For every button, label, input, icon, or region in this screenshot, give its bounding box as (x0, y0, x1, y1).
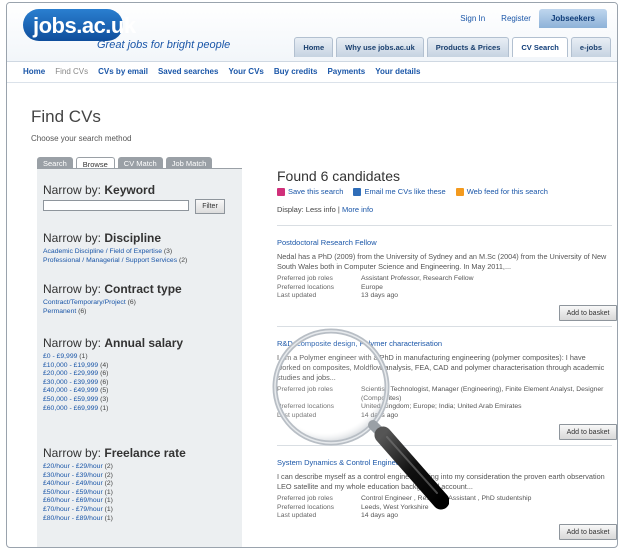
list-item[interactable]: £70/hour - £79/hour (1) (43, 506, 238, 515)
list-item[interactable]: Professional / Managerial / Support Serv… (43, 257, 238, 266)
salary-section: Narrow by: Annual salary £0 - £9,999 (1)… (43, 336, 238, 413)
list-item[interactable]: Contract/Temporary/Project (6) (43, 299, 238, 308)
candidate-card: Postdoctoral Research Fellow Nedal has a… (277, 232, 612, 301)
display-options: Display: Less info | More info (277, 205, 374, 214)
web-feed-link[interactable]: Web feed for this search (455, 187, 548, 196)
list-item[interactable]: £50,000 - £59,999 (3) (43, 396, 238, 405)
subnav-your-details[interactable]: Your details (375, 67, 420, 76)
list-item[interactable]: £20/hour - £29/hour (2) (43, 463, 238, 472)
email-icon (353, 187, 362, 196)
candidate-summary: I am a Polymer engineer with a PhD in ma… (277, 353, 605, 382)
subnav-buy-credits[interactable]: Buy credits (274, 67, 318, 76)
contract-section: Narrow by: Contract type Contract/Tempor… (43, 282, 238, 316)
tab-products-prices[interactable]: Products & Prices (426, 37, 510, 57)
list-item[interactable]: £60,000 - £69,999 (1) (43, 405, 238, 414)
rss-feed-icon (455, 187, 464, 196)
tab-e-jobs[interactable]: e-jobs (570, 37, 611, 57)
candidate-summary: Nedal has a PhD (2009) from the Universi… (277, 252, 607, 271)
logo-text: jobs.ac.uk (33, 13, 136, 38)
page-subtitle: Choose your search method (31, 134, 132, 143)
divider (277, 445, 612, 446)
page-title: Find CVs (31, 107, 101, 126)
discipline-section: Narrow by: Discipline Academic Disciplin… (43, 231, 238, 265)
tab-cv-search[interactable]: CV Search (512, 37, 568, 57)
subnav-saved-searches[interactable]: Saved searches (158, 67, 219, 76)
jobseekers-tab[interactable]: Jobseekers (538, 9, 607, 28)
candidate-title-link[interactable]: System Dynamics & Control Engineer (277, 458, 402, 467)
freelance-section: Narrow by: Freelance rate £20/hour - £29… (43, 446, 238, 523)
tab-why-use[interactable]: Why use jobs.ac.uk (336, 37, 424, 57)
result-actions: Save this search Email me CVs like these… (277, 187, 548, 196)
list-item[interactable]: £40/hour - £49/hour (2) (43, 480, 238, 489)
list-item[interactable]: £80/hour - £89/hour (1) (43, 515, 238, 524)
subnav-your-cvs[interactable]: Your CVs (228, 67, 263, 76)
subnav-payments[interactable]: Payments (327, 67, 365, 76)
discipline-heading: Narrow by: Discipline (43, 231, 162, 245)
candidate-meta: Preferred job roles Control Engineer , Re… (277, 495, 532, 520)
list-item[interactable]: £10,000 - £19,999 (4) (43, 362, 238, 371)
tab-home[interactable]: Home (294, 37, 334, 57)
candidate-card: System Dynamics & Control Engineer I can… (277, 452, 612, 521)
contract-heading: Narrow by: Contract type (43, 282, 182, 296)
register-link[interactable]: Register (493, 14, 539, 23)
divider (277, 326, 612, 327)
divider (277, 225, 612, 226)
display-more-info-link[interactable]: More info (342, 205, 373, 214)
subnav-find-cvs[interactable]: Find CVs (55, 67, 88, 76)
candidate-summary: I can describe myself as a control engin… (277, 472, 605, 491)
candidate-card: R&D, composite design, Polymer character… (277, 333, 612, 420)
salary-heading: Narrow by: Annual salary (43, 336, 184, 350)
top-links: Sign In Register Jobseekers (452, 9, 607, 28)
browse-filter-panel: Narrow by: Keyword Filter Narrow by: Dis… (37, 168, 242, 547)
results-count: Found 6 candidates (277, 168, 400, 184)
keyword-input[interactable] (43, 200, 189, 211)
list-item[interactable]: Permanent (6) (43, 308, 238, 317)
sign-in-link[interactable]: Sign In (452, 14, 493, 23)
list-item[interactable]: £60/hour - £69/hour (1) (43, 497, 238, 506)
candidate-title-link[interactable]: Postdoctoral Research Fellow (277, 238, 377, 247)
list-item[interactable]: £0 - £9,999 (1) (43, 353, 238, 362)
list-item[interactable]: £30/hour - £39/hour (2) (43, 472, 238, 481)
display-less-info[interactable]: Less info (306, 205, 336, 214)
main-tabs: Home Why use jobs.ac.uk Products & Price… (294, 37, 611, 57)
list-item[interactable]: £20,000 - £29,999 (6) (43, 370, 238, 379)
list-item[interactable]: £30,000 - £39,999 (6) (43, 379, 238, 388)
sub-navigation: Home Find CVs CVs by email Saved searche… (7, 61, 617, 83)
add-to-basket-button[interactable]: Add to basket (559, 524, 617, 540)
browser-page: jobs.ac.uk Great jobs for bright people … (6, 2, 618, 548)
add-to-basket-button[interactable]: Add to basket (559, 424, 617, 440)
freelance-heading: Narrow by: Freelance rate (43, 446, 186, 460)
candidate-title-link[interactable]: R&D, composite design, Polymer character… (277, 339, 442, 348)
keyword-section: Narrow by: Keyword (43, 183, 238, 200)
keyword-heading: Narrow by: Keyword (43, 183, 156, 197)
list-item[interactable]: Academic Discipline / Field of Expertise… (43, 248, 238, 257)
list-item[interactable]: £40,000 - £49,999 (5) (43, 387, 238, 396)
save-search-icon (277, 187, 285, 196)
filter-button[interactable]: Filter (195, 199, 225, 214)
site-header: jobs.ac.uk Great jobs for bright people … (7, 3, 617, 62)
subnav-home[interactable]: Home (23, 67, 45, 76)
email-cvs-link[interactable]: Email me CVs like these (353, 187, 446, 196)
save-search-link[interactable]: Save this search (277, 187, 343, 196)
tagline: Great jobs for bright people (97, 39, 231, 51)
add-to-basket-button[interactable]: Add to basket (559, 305, 617, 321)
candidate-meta: Preferred job roles Scientist, Technologi… (277, 386, 604, 419)
subnav-cvs-by-email[interactable]: CVs by email (98, 67, 148, 76)
list-item[interactable]: £50/hour - £59/hour (1) (43, 489, 238, 498)
site-logo[interactable]: jobs.ac.uk Great jobs for bright people (23, 9, 230, 53)
candidate-meta: Preferred job roles Assistant Professor, … (277, 275, 474, 300)
